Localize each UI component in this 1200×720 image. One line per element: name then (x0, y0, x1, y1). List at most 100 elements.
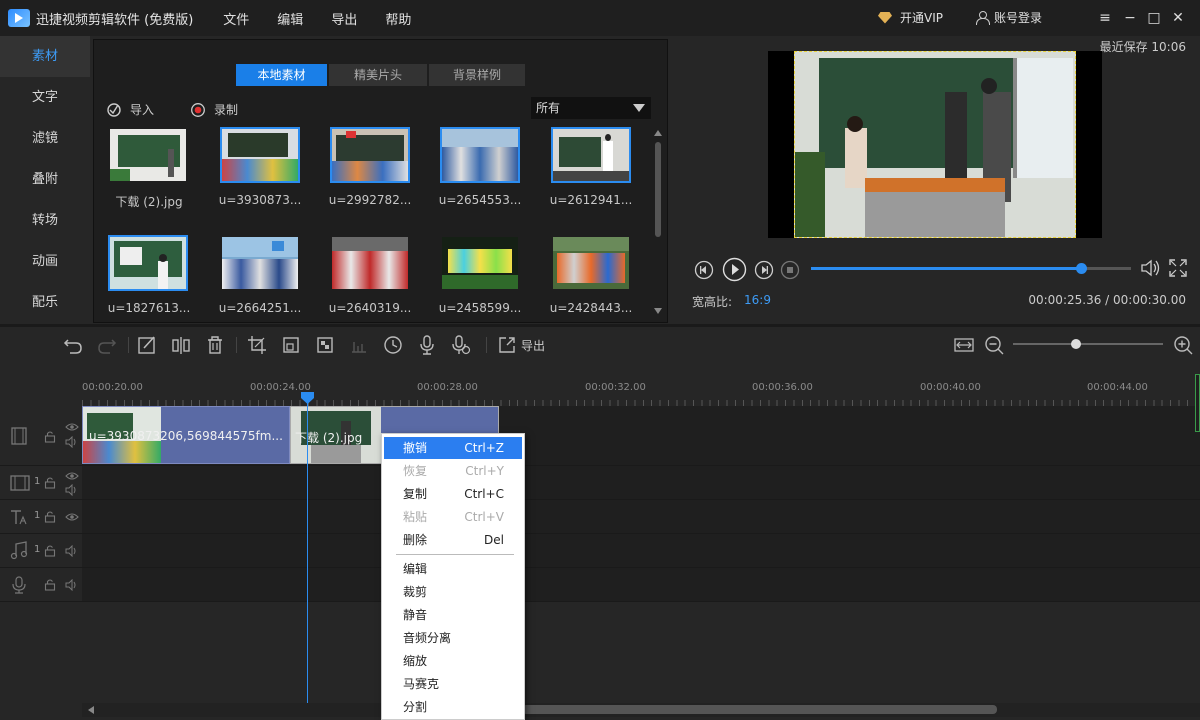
media-thumb[interactable] (220, 127, 300, 183)
fit-timeline-icon[interactable] (953, 334, 975, 356)
media-thumb[interactable] (330, 127, 410, 183)
media-thumb[interactable] (108, 235, 188, 291)
zoom-in-icon[interactable] (1172, 334, 1194, 356)
menu-edit[interactable]: 编辑 (277, 9, 303, 28)
timeline-scrollbar[interactable] (82, 703, 1200, 717)
volume-icon[interactable] (1140, 258, 1162, 278)
media-thumb[interactable] (440, 235, 520, 291)
sidebar-item-music[interactable]: 配乐 (0, 282, 90, 323)
lock-icon[interactable] (44, 544, 56, 557)
lock-icon[interactable] (44, 476, 56, 489)
playback-progress-track[interactable] (811, 263, 1131, 274)
play-icon[interactable] (722, 257, 747, 282)
tab-local-media[interactable]: 本地素材 (236, 64, 327, 86)
redo-icon[interactable] (96, 334, 118, 356)
lock-icon[interactable] (44, 578, 56, 591)
menu-item-copy[interactable]: 复制 Ctrl+C (384, 483, 522, 505)
lock-icon[interactable] (44, 510, 56, 523)
playhead-handle[interactable] (301, 392, 314, 404)
tab-intros[interactable]: 精美片头 (329, 64, 427, 86)
media-thumb[interactable] (108, 127, 188, 183)
speaker-icon[interactable] (65, 484, 79, 496)
aspect-ratio-value[interactable]: 16:9 (744, 293, 771, 307)
microphone-icon[interactable] (416, 334, 438, 356)
menu-item-split[interactable]: 分割 (384, 696, 522, 718)
sidebar-item-overlay[interactable]: 叠附 (0, 159, 90, 200)
menu-item-undo[interactable]: 撤销 Ctrl+Z (384, 437, 522, 459)
menu-item-paste[interactable]: 粘贴 Ctrl+V (384, 506, 522, 528)
media-scroll-thumb[interactable] (655, 142, 661, 237)
chevron-down-icon[interactable] (654, 308, 662, 314)
undo-icon[interactable] (62, 334, 84, 356)
sidebar-item-transition[interactable]: 转场 (0, 200, 90, 241)
track-video-main[interactable]: u=3930873206,569844575fm... 下载 (2).jpg (82, 406, 1200, 466)
voice-change-icon[interactable] (450, 334, 472, 356)
sidebar-item-animation[interactable]: 动画 (0, 241, 90, 282)
media-thumb[interactable] (551, 127, 631, 183)
chevron-up-icon[interactable] (654, 130, 662, 136)
menu-item-mosaic[interactable]: 马赛克 (384, 673, 522, 695)
menu-item-zoom[interactable]: 缩放 (384, 650, 522, 672)
eye-icon[interactable] (65, 471, 79, 481)
menu-help[interactable]: 帮助 (385, 9, 411, 28)
delete-icon[interactable] (204, 334, 226, 356)
menu-item-crop[interactable]: 裁剪 (384, 581, 522, 603)
menu-export[interactable]: 导出 (331, 9, 357, 28)
chevron-left-icon[interactable] (88, 706, 94, 714)
lock-icon[interactable] (44, 430, 56, 443)
minimize-icon[interactable]: − (1120, 8, 1140, 28)
vip-button[interactable]: 开通VIP (878, 9, 943, 26)
sidebar-item-filter[interactable]: 滤镜 (0, 118, 90, 159)
stop-icon[interactable] (780, 260, 800, 280)
sidebar-item-media[interactable]: 素材 (0, 36, 90, 77)
zoom-out-icon[interactable] (983, 334, 1005, 356)
speaker-icon[interactable] (65, 436, 79, 448)
timeline-ruler[interactable]: 00:00:20.00 00:00:24.00 00:00:28.00 00:0… (82, 378, 1200, 406)
eye-icon[interactable] (65, 422, 79, 432)
edit-icon[interactable] (136, 334, 158, 356)
track-music[interactable] (82, 534, 1200, 568)
timeline-scroll-thumb[interactable] (522, 705, 997, 714)
track-voice[interactable] (82, 568, 1200, 602)
zoom-slider[interactable] (1013, 339, 1163, 349)
media-filter-select[interactable]: 所有 (531, 97, 651, 119)
menu-icon[interactable]: ≡ (1095, 8, 1115, 28)
track-text[interactable] (82, 500, 1200, 534)
media-thumb[interactable] (440, 127, 520, 183)
split-icon[interactable] (170, 334, 192, 356)
menu-item-edit[interactable]: 编辑 (384, 558, 522, 580)
eye-icon[interactable] (65, 512, 79, 522)
timeline-clip[interactable]: u=3930873206,569844575fm... (82, 406, 290, 464)
media-thumb[interactable] (551, 235, 631, 291)
previous-frame-icon[interactable] (694, 260, 714, 280)
media-thumb[interactable] (330, 235, 410, 291)
close-icon[interactable]: ✕ (1168, 8, 1188, 28)
next-frame-icon[interactable] (754, 260, 774, 280)
menu-file[interactable]: 文件 (223, 9, 249, 28)
video-preview[interactable] (768, 51, 1102, 238)
fullscreen-icon[interactable] (1168, 258, 1188, 278)
speaker-icon[interactable] (65, 545, 79, 557)
resize-icon[interactable] (280, 334, 302, 356)
menu-item-redo[interactable]: 恢复 Ctrl+Y (384, 460, 522, 482)
record-button[interactable]: 录制 (190, 101, 238, 118)
maximize-icon[interactable]: □ (1144, 8, 1164, 28)
menu-item-delete[interactable]: 删除 Del (384, 529, 522, 551)
mosaic-icon[interactable] (314, 334, 336, 356)
media-thumb[interactable] (220, 235, 300, 291)
menu-item-mute[interactable]: 静音 (384, 604, 522, 626)
timeline-end-marker[interactable] (1195, 374, 1200, 432)
crop-icon[interactable] (246, 334, 268, 356)
clock-icon[interactable] (382, 334, 404, 356)
import-button[interactable]: 导入 (106, 101, 154, 118)
speaker-icon[interactable] (65, 579, 79, 591)
login-button[interactable]: 账号登录 (976, 9, 1042, 26)
audio-level-icon[interactable] (348, 334, 370, 356)
playback-progress-handle[interactable] (1076, 263, 1088, 274)
export-button[interactable]: 导出 (497, 335, 545, 355)
sidebar-item-text[interactable]: 文字 (0, 77, 90, 118)
menu-item-detach-audio[interactable]: 音频分离 (384, 627, 522, 649)
media-scrollbar[interactable] (653, 126, 663, 316)
track-video-overlay[interactable] (82, 466, 1200, 500)
zoom-slider-handle[interactable] (1071, 339, 1081, 349)
